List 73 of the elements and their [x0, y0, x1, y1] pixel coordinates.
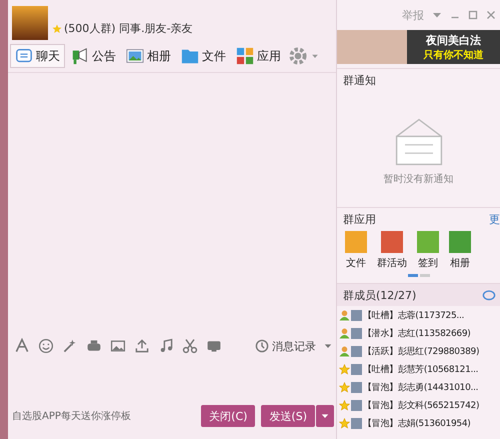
picture-icon	[126, 47, 144, 65]
group-info: (500人群) 同事.朋友-亲友	[64, 21, 193, 36]
app-item[interactable]: 签到	[417, 231, 439, 270]
person-icon	[339, 328, 350, 338]
tab[interactable]: 公告	[67, 44, 120, 68]
music-note-icon[interactable]	[158, 338, 174, 354]
app-item[interactable]: 文件	[345, 231, 367, 270]
member-item[interactable]: 【冒泡】彭文科(565215742)	[337, 396, 500, 414]
chat-bubble-icon	[15, 47, 33, 65]
member-item[interactable]: 【吐槽】彭慧芳(10568121...	[337, 360, 500, 378]
close-icon[interactable]	[486, 10, 496, 20]
photo-placeholder	[337, 30, 407, 64]
clock-icon	[255, 339, 269, 353]
send-options-button[interactable]	[316, 405, 334, 427]
speech-bubble-icon[interactable]	[482, 288, 496, 302]
caret-icon[interactable]	[311, 52, 319, 60]
megaphone-icon	[71, 47, 89, 65]
group-avatar	[12, 6, 48, 40]
folder-icon	[181, 47, 199, 65]
person-icon	[339, 310, 350, 320]
avatar	[351, 400, 362, 410]
member-item[interactable]: 【吐槽】志蓉(1173725...	[337, 306, 500, 324]
image-icon[interactable]	[110, 338, 126, 354]
avatar	[351, 346, 362, 356]
tab[interactable]: 应用	[232, 44, 285, 68]
section-title: 群应用	[343, 212, 376, 227]
avatar	[351, 382, 362, 392]
star-icon	[339, 382, 350, 392]
member-item[interactable]: 【潜水】志红(113582669)	[337, 324, 500, 342]
maximize-icon[interactable]	[468, 10, 478, 20]
caret-icon[interactable]	[324, 342, 332, 350]
tab[interactable]: 聊天	[10, 44, 65, 68]
tab[interactable]: 文件	[177, 44, 230, 68]
ad-headline: 夜间美白法	[426, 32, 481, 48]
smiley-icon[interactable]	[38, 338, 54, 354]
close-button[interactable]: 关闭(C)	[201, 405, 256, 427]
member-item[interactable]: 【冒泡】志娟(513601954)	[337, 414, 500, 432]
app-label: 相册	[450, 256, 470, 270]
empty-message: 暂时没有新通知	[384, 172, 454, 186]
star-icon	[339, 364, 350, 374]
star-icon	[52, 24, 62, 34]
member-item[interactable]: 【活跃】彭思红(729880389)	[337, 342, 500, 360]
ad-subline: 只有你不知道	[424, 48, 484, 62]
caret-icon[interactable]	[321, 412, 329, 420]
promo-link[interactable]: 自选股APP每天送你涨停板	[12, 409, 131, 423]
scissors-icon[interactable]	[182, 338, 198, 354]
tab[interactable]: 相册	[122, 44, 175, 68]
avatar	[351, 364, 362, 374]
font-icon[interactable]	[14, 338, 30, 354]
star-icon	[339, 418, 350, 428]
magic-wand-icon[interactable]	[62, 338, 78, 354]
app-label: 文件	[346, 256, 366, 270]
upload-icon[interactable]	[134, 338, 150, 354]
app-label: 签到	[418, 257, 438, 270]
avatar	[351, 328, 362, 338]
section-title: 群通知	[342, 73, 377, 89]
app-item[interactable]: 相册	[449, 231, 471, 270]
section-title: 群成员(12/27)	[343, 288, 416, 303]
more-link[interactable]: 更	[489, 212, 500, 227]
message-history-button[interactable]: 消息记录	[255, 338, 316, 354]
ad-banner[interactable]: 夜间美白法 只有你不知道	[337, 30, 500, 64]
caret-icon[interactable]	[432, 10, 442, 20]
star-icon	[339, 400, 350, 410]
screen-icon[interactable]	[206, 338, 222, 354]
app-grid-icon	[236, 47, 254, 65]
settings-icon[interactable]	[287, 45, 309, 67]
person-icon	[339, 346, 350, 356]
avatar	[351, 418, 362, 428]
member-item[interactable]: 【冒泡】彭志勇(14431010...	[337, 378, 500, 396]
avatar	[351, 310, 362, 320]
app-label: 群活动	[377, 257, 407, 270]
app-item[interactable]: 群活动	[377, 231, 407, 270]
send-button[interactable]: 发送(S)	[261, 405, 315, 427]
